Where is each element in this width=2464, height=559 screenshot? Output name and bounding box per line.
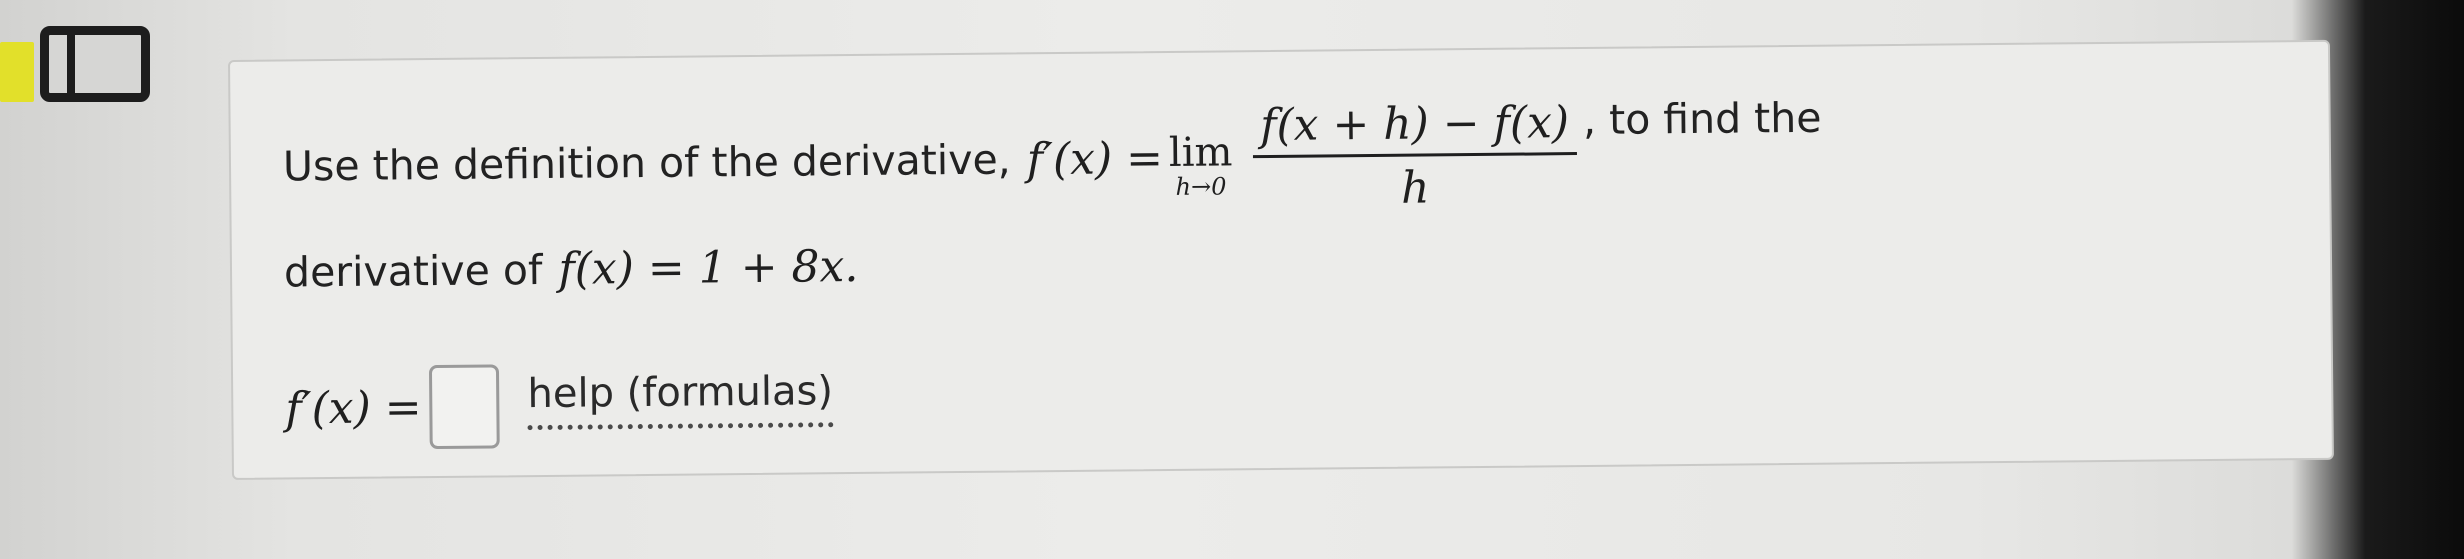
answer-input[interactable] (429, 364, 501, 450)
limit-subscript: h→0 (1175, 172, 1227, 201)
limit-operator: lim h→0 (1168, 129, 1233, 201)
question-line-1: Use the definition of the derivative, f′… (282, 87, 1822, 232)
question-tail: , to find the (1582, 93, 1822, 144)
question-line2-text: derivative of (283, 245, 543, 297)
question-card: Use the definition of the derivative, f′… (228, 39, 2334, 480)
question-line-2: derivative of f(x) = 1 + 8x. (284, 241, 859, 298)
difference-quotient: f(x + h) − f(x) h (1251, 96, 1578, 215)
question-intro: Use the definition of the derivative, (282, 135, 1011, 191)
color-indicator (0, 42, 34, 102)
derivative-definition-lhs: f′(x) = (1026, 132, 1164, 185)
limit-word: lim (1168, 129, 1233, 176)
answer-label: f′(x) = (285, 381, 422, 434)
fraction-denominator: h (1400, 161, 1430, 214)
answer-row: f′(x) = help (formulas) (285, 361, 834, 450)
fraction-numerator: f(x + h) − f(x) (1251, 96, 1578, 158)
layout-toggle-icon[interactable] (40, 26, 150, 102)
help-formulas-link[interactable]: help (formulas) (527, 367, 834, 430)
function-expression: f(x) = 1 + 8x. (558, 240, 859, 295)
